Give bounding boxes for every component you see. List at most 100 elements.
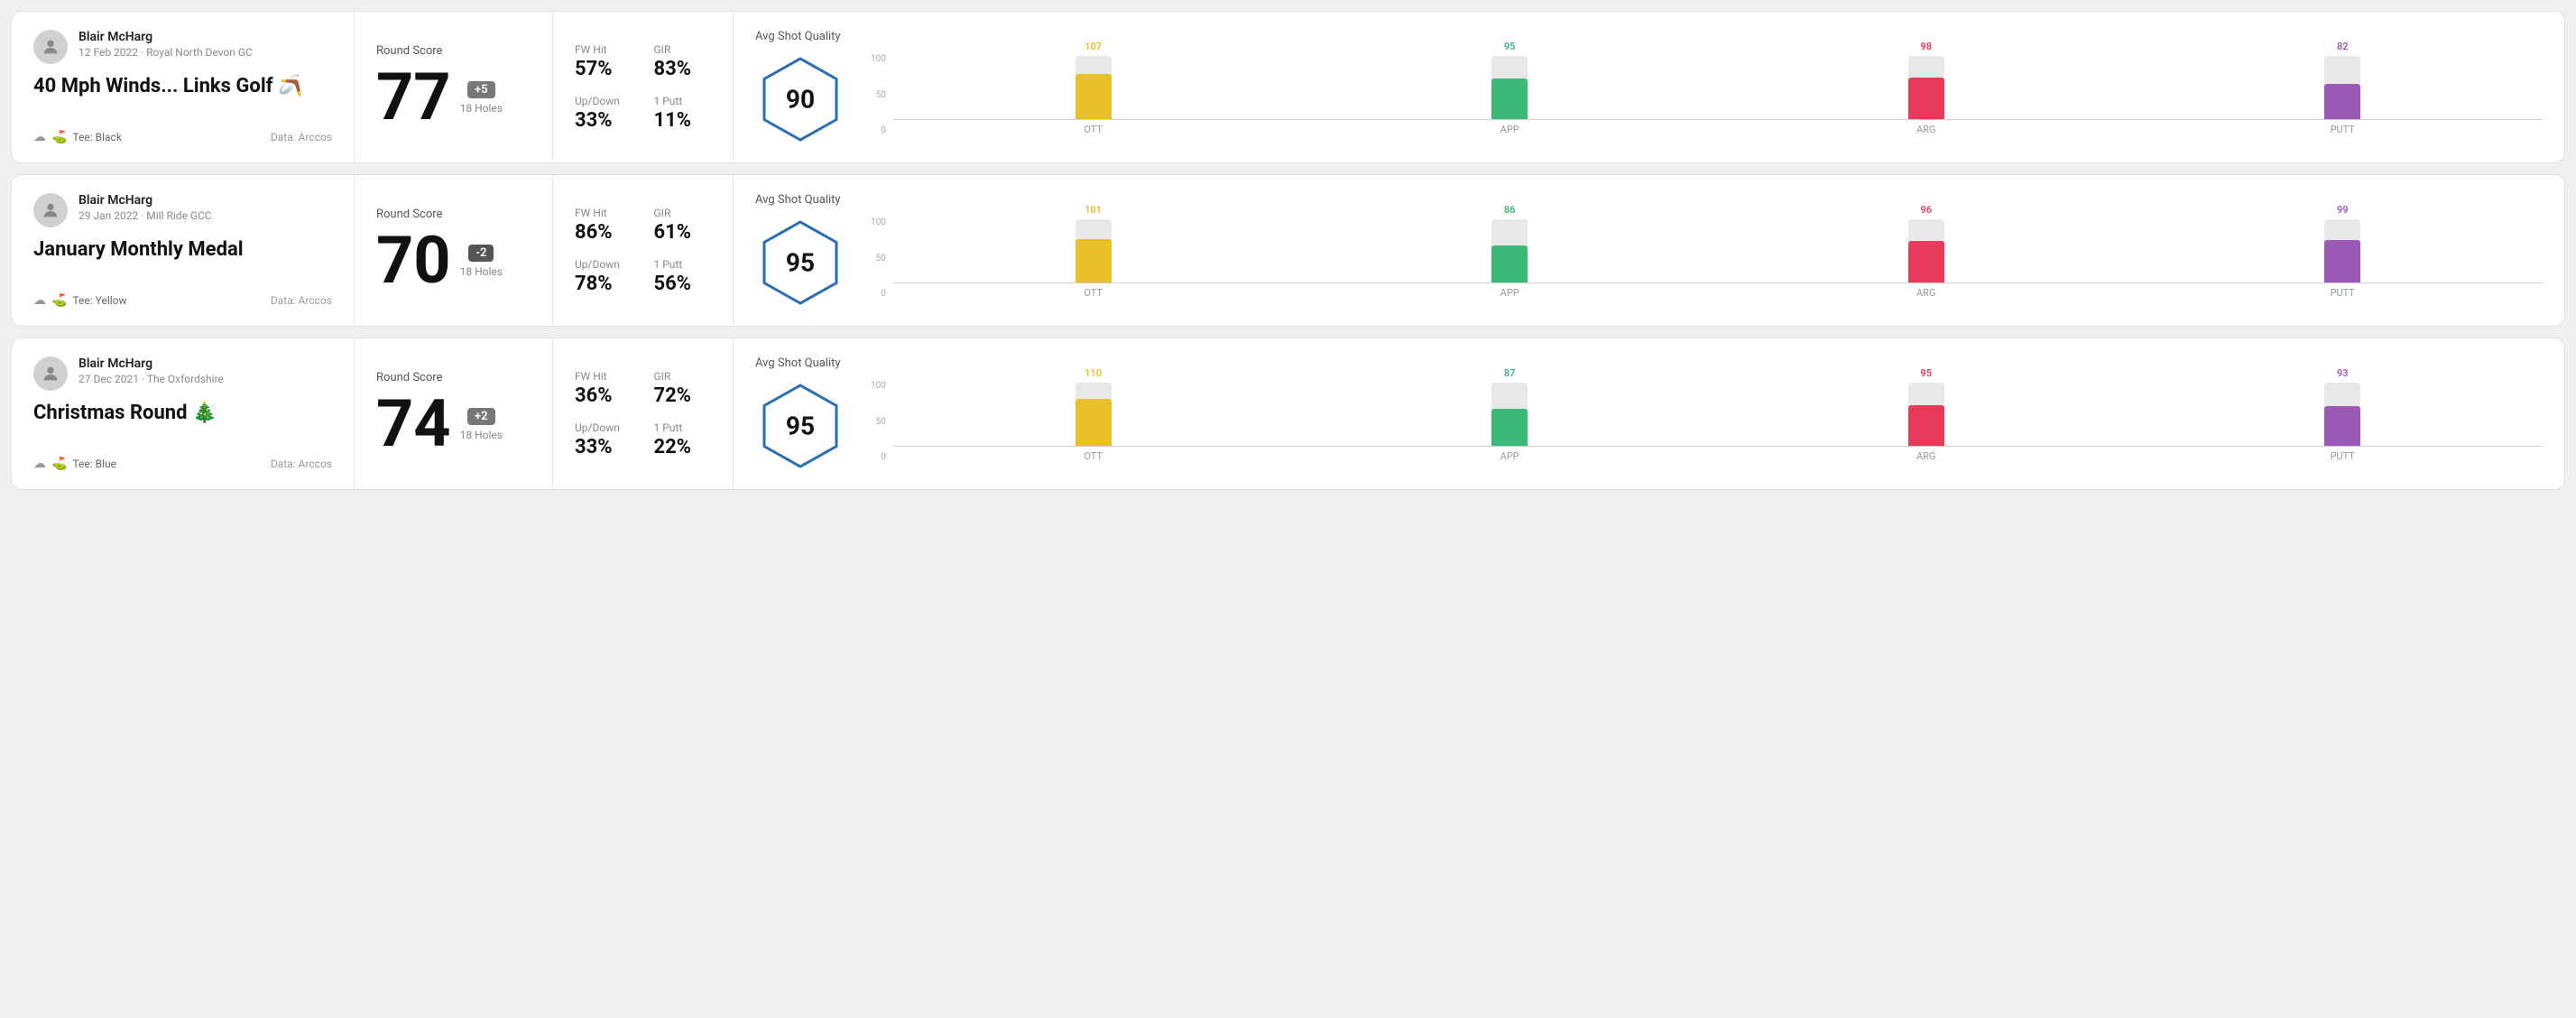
round-title: January Monthly Medal xyxy=(33,238,332,262)
fw-hit-stat: FW Hit 86% xyxy=(575,207,632,244)
holes-text: 18 Holes xyxy=(460,265,503,278)
fw-hit-value: 57% xyxy=(575,58,632,80)
card-footer: ☁ ⛳ Tee: Blue Data: Arccos xyxy=(33,457,332,471)
bars-area: 107 95 98 82 xyxy=(893,39,2543,120)
holes-text: 18 Holes xyxy=(460,429,503,441)
score-label: Round Score xyxy=(376,44,531,58)
data-source: Data: Arccos xyxy=(271,131,332,143)
bar-x-label: ARG xyxy=(1726,450,2127,462)
avatar xyxy=(33,193,68,227)
fw-hit-label: FW Hit xyxy=(575,207,632,219)
user-details: Blair McHarg 12 Feb 2022 · Royal North D… xyxy=(78,30,253,59)
score-badge: +5 18 Holes xyxy=(460,81,503,115)
bar-value: 93 xyxy=(2337,367,2349,379)
bar-x-label: ARG xyxy=(1726,287,2127,299)
y-label-50: 50 xyxy=(876,90,886,100)
tee-label: Tee: Black xyxy=(72,131,121,143)
bar-x-label: OTT xyxy=(893,124,1294,135)
user-info: Blair McHarg 12 Feb 2022 · Royal North D… xyxy=(33,30,332,64)
stats-grid: FW Hit 36% GIR 72% Up/Down 33% 1 Putt 22… xyxy=(575,370,711,458)
gir-value: 61% xyxy=(654,221,712,244)
bar-value: 95 xyxy=(1504,41,1516,52)
score-row: 70 -2 18 Holes xyxy=(376,228,531,293)
bar-group-app: 87 xyxy=(1309,367,1710,446)
bar-x-label: PUTT xyxy=(2142,450,2543,462)
score-number: 77 xyxy=(376,65,451,130)
tee-info: ☁ ⛳ Tee: Yellow xyxy=(33,293,127,308)
score-row: 74 +2 18 Holes xyxy=(376,392,531,457)
card-score: Round Score 74 +2 18 Holes xyxy=(355,338,553,489)
rounds-list: Blair McHarg 12 Feb 2022 · Royal North D… xyxy=(11,11,2565,490)
quality-label: Avg Shot Quality xyxy=(755,30,841,43)
updown-stat: Up/Down 78% xyxy=(575,258,632,295)
score-label: Round Score xyxy=(376,371,531,384)
oneputt-value: 11% xyxy=(654,109,712,132)
bar-group-ott: 107 xyxy=(893,41,1294,119)
tee-info: ☁ ⛳ Tee: Black xyxy=(33,130,122,144)
y-axis: 100 50 0 xyxy=(871,217,886,299)
score-modifier: -2 xyxy=(468,245,494,262)
oneputt-value: 56% xyxy=(654,273,712,295)
quality-left: Avg Shot Quality 95 xyxy=(755,356,845,471)
score-modifier: +2 xyxy=(467,408,495,425)
fw-hit-label: FW Hit xyxy=(575,43,632,56)
updown-value: 78% xyxy=(575,273,632,295)
bar-x-label: PUTT xyxy=(2142,287,2543,299)
avatar xyxy=(33,30,68,64)
bar-group-app: 86 xyxy=(1309,204,1710,282)
data-source: Data: Arccos xyxy=(271,294,332,307)
stats-grid: FW Hit 86% GIR 61% Up/Down 78% 1 Putt 56… xyxy=(575,207,711,295)
hexagon-score: 95 xyxy=(786,248,815,278)
round-card: Blair McHarg 27 Dec 2021 · The Oxfordshi… xyxy=(11,338,2565,490)
bar-value: 82 xyxy=(2337,41,2349,52)
bar-labels-row: OTT APP ARG PUTT xyxy=(893,450,2543,462)
weather-icon: ☁ xyxy=(33,293,46,308)
bar-labels-row: OTTAPPARGPUTT xyxy=(893,124,2543,135)
card-stats: FW Hit 57% GIR 83% Up/Down 33% 1 Putt 11… xyxy=(553,12,734,162)
gir-label: GIR xyxy=(654,43,712,56)
weather-icon: ☁ xyxy=(33,130,46,144)
gir-value: 72% xyxy=(654,384,712,407)
card-left: Blair McHarg 27 Dec 2021 · The Oxfordshi… xyxy=(12,338,355,489)
bar-value: 95 xyxy=(1920,367,1932,379)
y-label-0: 0 xyxy=(881,289,886,299)
gir-stat: GIR 83% xyxy=(654,43,712,80)
score-modifier: +5 xyxy=(467,81,495,98)
user-meta: 27 Dec 2021 · The Oxfordshire xyxy=(78,373,224,385)
score-badge: -2 18 Holes xyxy=(460,245,503,278)
bar-value: 107 xyxy=(1085,41,1102,52)
bars-and-labels: 101 86 96 99 xyxy=(893,202,2543,299)
score-label: Round Score xyxy=(376,208,531,221)
bar-x-label: APP xyxy=(1309,450,1710,462)
bar-x-label: APP xyxy=(1309,287,1710,299)
bar-x-label: ARG xyxy=(1726,124,2127,135)
oneputt-stat: 1 Putt 11% xyxy=(654,95,712,132)
y-label-50: 50 xyxy=(876,417,886,427)
fw-hit-value: 36% xyxy=(575,384,632,407)
bars-area: 101 86 96 99 xyxy=(893,202,2543,283)
bar-x-label: OTT xyxy=(893,287,1294,299)
gir-stat: GIR 61% xyxy=(654,207,712,244)
score-badge: +2 18 Holes xyxy=(460,408,503,441)
oneputt-label: 1 Putt xyxy=(654,421,712,434)
bar-group-putt: 93 xyxy=(2142,367,2543,446)
y-label-0: 0 xyxy=(881,125,886,135)
bar-x-label: OTT xyxy=(893,450,1294,462)
score-row: 77 +5 18 Holes xyxy=(376,65,531,130)
round-title: 40 Mph Winds... Links Golf 🪃 xyxy=(33,75,332,98)
user-name: Blair McHarg xyxy=(78,30,253,44)
fw-hit-value: 86% xyxy=(575,221,632,244)
y-axis: 100 50 0 xyxy=(871,381,886,462)
user-name: Blair McHarg xyxy=(78,356,224,371)
bar-x-label: PUTT xyxy=(2142,124,2543,135)
bars-and-labels: 110 87 95 93 xyxy=(893,366,2543,462)
user-name: Blair McHarg xyxy=(78,193,212,208)
gir-label: GIR xyxy=(654,207,712,219)
hexagon-score: 95 xyxy=(786,412,815,441)
card-left: Blair McHarg 12 Feb 2022 · Royal North D… xyxy=(12,12,355,162)
oneputt-stat: 1 Putt 56% xyxy=(654,258,712,295)
bars-area: 110 87 95 93 xyxy=(893,366,2543,447)
bars-and-labels: 107 95 98 82 xyxy=(893,39,2543,135)
oneputt-value: 22% xyxy=(654,436,712,458)
hexagon-container: 90 xyxy=(755,54,845,144)
